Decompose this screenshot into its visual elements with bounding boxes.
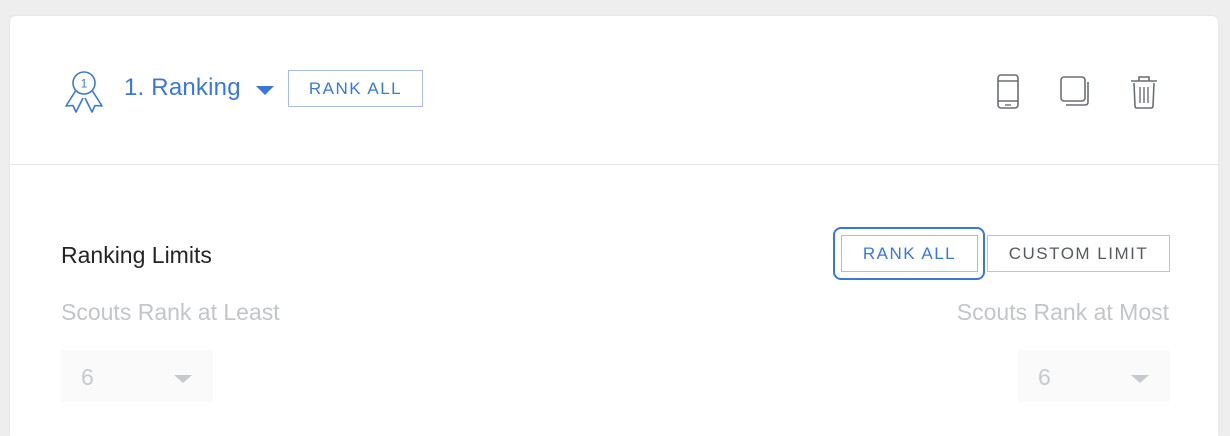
- min-rank-label: Scouts Rank at Least: [61, 299, 280, 325]
- chevron-down-icon: [1130, 371, 1150, 383]
- chevron-down-icon: [173, 371, 193, 383]
- duplicate-icon[interactable]: [1058, 74, 1090, 110]
- question-header: 1 1. Ranking RANK ALL: [10, 16, 1218, 165]
- rank-all-button[interactable]: RANK ALL: [288, 70, 423, 107]
- mobile-preview-icon[interactable]: [992, 74, 1024, 110]
- trash-icon[interactable]: [1128, 74, 1160, 110]
- max-rank-value: 6: [1038, 364, 1051, 390]
- limit-rank-all-button[interactable]: RANK ALL: [841, 235, 978, 272]
- ranking-limits-title: Ranking Limits: [61, 242, 212, 268]
- question-title[interactable]: 1. Ranking: [124, 74, 241, 102]
- award-icon: 1: [62, 66, 106, 114]
- min-rank-value: 6: [81, 364, 94, 390]
- question-card: 1 1. Ranking RANK ALL Ranking Limits RAN…: [10, 16, 1218, 436]
- svg-text:1: 1: [81, 77, 88, 91]
- chevron-down-icon[interactable]: [255, 84, 275, 96]
- custom-limit-button[interactable]: CUSTOM LIMIT: [987, 235, 1170, 272]
- min-rank-select[interactable]: 6: [61, 350, 213, 402]
- max-rank-label: Scouts Rank at Most: [956, 299, 1169, 325]
- max-rank-select[interactable]: 6: [1018, 350, 1170, 402]
